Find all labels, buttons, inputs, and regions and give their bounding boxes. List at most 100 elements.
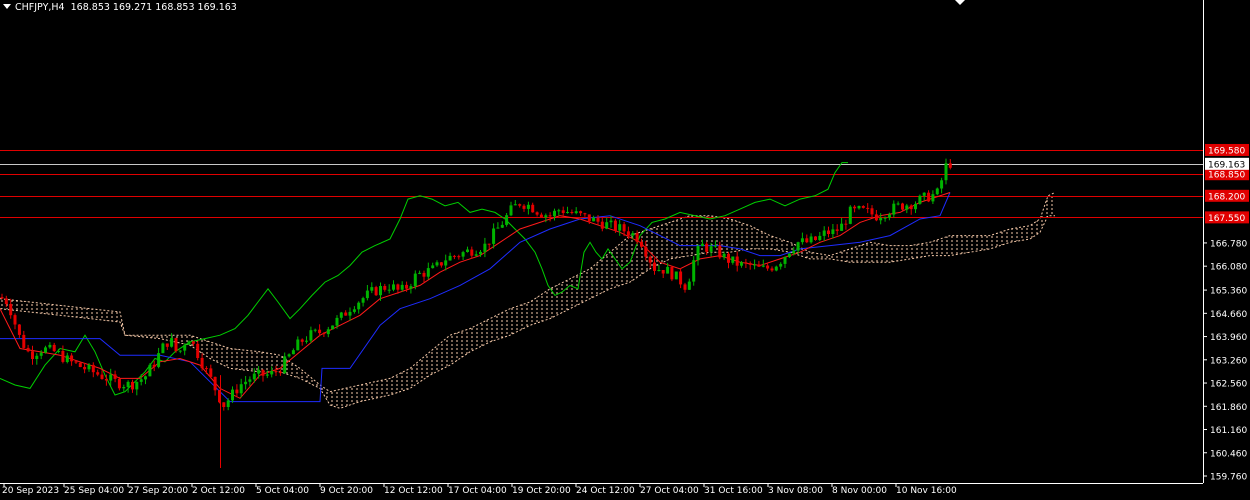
ichimoku-cloud (0, 192, 1056, 409)
candle-body (257, 369, 261, 374)
x-tick-label: 20 Sep 2023 (2, 486, 59, 496)
candle-body (692, 260, 696, 282)
candle-body (792, 250, 796, 254)
candle-body (700, 243, 704, 247)
candle-body (661, 270, 665, 274)
candle-body (444, 260, 448, 266)
candle-body (774, 266, 778, 271)
candle-body (696, 246, 700, 261)
candle-body (679, 271, 683, 285)
level-label-text: 167.550 (1208, 214, 1245, 224)
candle-body (48, 344, 52, 348)
x-tick-label: 3 Nov 08:00 (768, 486, 823, 496)
candle-body (109, 374, 113, 381)
candle-body (644, 246, 648, 257)
candle-body (452, 255, 456, 257)
candle-body (91, 364, 95, 373)
candle-body (96, 372, 100, 375)
candle-body (539, 214, 543, 218)
candle-body (566, 212, 569, 213)
x-tick-label: 9 Oct 20:00 (320, 486, 373, 496)
candle-body (139, 379, 143, 382)
candle-body (683, 284, 687, 290)
price-chart[interactable]: 166.780 166.080 165.360 164.660 163.960 163.2… (0, 0, 1250, 500)
candle-body (474, 254, 478, 256)
candle-body (705, 243, 709, 252)
candle-body (796, 242, 800, 251)
candle-body (522, 205, 526, 209)
candle-body (457, 256, 461, 258)
candle-body (740, 262, 743, 266)
candle-body (26, 347, 30, 352)
candle-body (922, 192, 926, 196)
candle-body (779, 263, 783, 267)
candle-body (927, 192, 931, 202)
candle-body (787, 253, 791, 257)
candle-body (531, 204, 535, 213)
candle-body (496, 227, 500, 229)
y-tick-label: 166.080 (1210, 263, 1247, 273)
candle-body (809, 236, 813, 243)
candle-body (909, 205, 913, 210)
candle-body (405, 284, 409, 289)
candle-body (583, 213, 587, 215)
candle-body (479, 251, 482, 255)
x-tick-label: 8 Nov 00:00 (832, 486, 887, 496)
candle-body (213, 376, 217, 391)
candle-body (640, 241, 643, 247)
y-tick-label: 163.260 (1210, 356, 1247, 366)
candle-body (117, 378, 121, 389)
candle-body (131, 381, 134, 390)
candle-body (57, 351, 61, 352)
candle-body (544, 215, 548, 218)
candle-body (844, 223, 848, 225)
candle-body (265, 374, 269, 376)
x-tick-label: 25 Sep 04:00 (64, 486, 124, 496)
candle-body (600, 221, 604, 229)
candle-body (148, 364, 152, 377)
candle-body (853, 206, 857, 209)
candle-body (361, 298, 365, 303)
candle-body (348, 311, 352, 316)
candle-body (4, 298, 8, 304)
candle-body (87, 364, 91, 370)
candle-body (513, 204, 517, 206)
candle-body (870, 208, 874, 215)
candle-body (396, 284, 400, 290)
candle-body (170, 338, 174, 347)
candle-body (605, 222, 609, 229)
price-labels: 169.580 168.850 168.200 167.550 169.163 (955, 0, 1249, 224)
candle-body (931, 194, 935, 202)
x-tick-label: 31 Oct 16:00 (704, 486, 763, 496)
candle-body (52, 344, 56, 352)
candle-body (165, 343, 169, 347)
candle-body (370, 287, 374, 291)
candle-body (905, 205, 909, 210)
candle-body (326, 329, 330, 335)
candle-body (883, 217, 887, 219)
x-tick-label: 17 Oct 04:00 (448, 486, 507, 496)
candle-body (152, 364, 156, 367)
candle-body (239, 384, 243, 394)
candle-body (122, 387, 126, 389)
level-label-text: 168.200 (1208, 192, 1245, 202)
candle-body (818, 235, 822, 240)
horizontal-levels[interactable] (0, 150, 1203, 218)
candle-body (431, 265, 435, 269)
tenkan-sen-line (0, 192, 951, 399)
indicator-lines (0, 162, 951, 403)
candle-body (653, 262, 656, 271)
candle-body (400, 284, 404, 290)
candle-body (722, 253, 726, 258)
candle-body (866, 207, 870, 209)
candle-body (783, 257, 787, 264)
candle-body (840, 223, 844, 231)
candle-body (305, 340, 308, 342)
candle-body (827, 230, 830, 234)
candle-body (161, 343, 165, 354)
x-tick-label: 24 Oct 12:00 (576, 486, 635, 496)
candle-body (448, 255, 452, 261)
candle-body (622, 224, 626, 232)
candle-body (613, 220, 617, 231)
candle-body (31, 351, 34, 359)
